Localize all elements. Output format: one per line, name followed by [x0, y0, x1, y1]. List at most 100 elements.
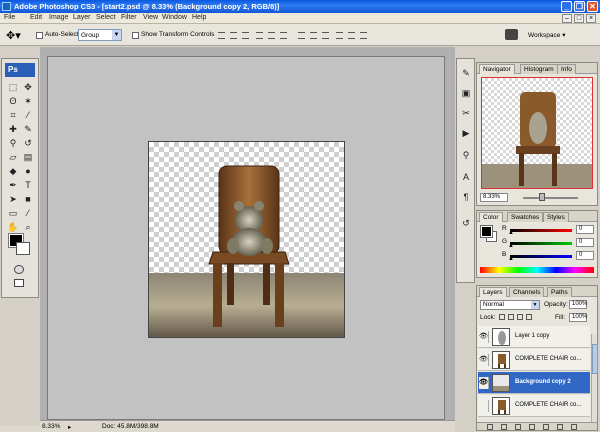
close-button[interactable]: ✕ [587, 1, 598, 12]
adjustment-layer-icon[interactable] [529, 424, 535, 430]
lock-position-icon[interactable] [517, 314, 523, 320]
layer-comps-icon[interactable]: ✂ [460, 107, 472, 119]
distribute-vcenter-icon[interactable] [310, 32, 317, 39]
screen-mode-icon[interactable] [14, 279, 24, 287]
eraser-tool-icon[interactable]: ▱ [7, 151, 19, 163]
align-vcenter-icon[interactable] [230, 32, 237, 39]
link-layers-icon[interactable] [487, 424, 493, 430]
document-canvas[interactable] [148, 141, 345, 338]
tab-styles[interactable]: Styles [543, 212, 569, 222]
blue-value-field[interactable]: 0 [576, 251, 594, 260]
visibility-toggle[interactable] [479, 400, 489, 412]
opacity-field[interactable]: 100% [569, 300, 587, 309]
menu-help[interactable]: Help [192, 14, 206, 21]
eyedropper-sample-icon[interactable]: ⁄ [22, 207, 34, 219]
blend-mode-dropdown[interactable]: Normal ▼ [480, 300, 540, 310]
layer-row[interactable]: 👁 Layer 1 copy [478, 326, 590, 348]
show-transform-checkbox[interactable] [132, 32, 139, 39]
hand-tool-icon[interactable]: ✋ [7, 221, 19, 233]
visibility-eye-icon[interactable]: 👁 [479, 354, 489, 366]
red-slider-knob[interactable]: ▲ [508, 230, 514, 236]
layer-name[interactable]: COMPLETE CHAIR co... [515, 356, 581, 362]
tab-color[interactable]: Color [479, 212, 503, 222]
tab-histogram[interactable]: Histogram [520, 64, 558, 74]
menu-window[interactable]: Window [162, 14, 187, 21]
color-spectrum-ramp[interactable] [480, 267, 594, 273]
eyedropper-icon[interactable]: ⁄ [22, 109, 34, 121]
layer-name[interactable]: Background copy 2 [515, 379, 571, 385]
align-right-icon[interactable] [280, 32, 287, 39]
navigator-preview[interactable] [481, 77, 593, 189]
tool-presets-icon[interactable]: ▣ [460, 87, 472, 99]
visibility-eye-icon[interactable]: 👁 [479, 331, 489, 343]
actions-icon[interactable]: ▶ [460, 127, 472, 139]
shape-tool-icon[interactable]: ■ [22, 193, 34, 205]
minimize-button[interactable]: _ [561, 1, 572, 12]
distribute-right-icon[interactable] [360, 32, 367, 39]
trash-icon[interactable] [571, 424, 577, 430]
align-left-icon[interactable] [256, 32, 263, 39]
menu-select[interactable]: Select [96, 14, 115, 21]
layers-scrollbar[interactable] [591, 334, 598, 422]
distribute-bottom-icon[interactable] [322, 32, 329, 39]
lock-all-icon[interactable] [526, 314, 532, 320]
green-slider[interactable] [510, 242, 572, 245]
bridge-button[interactable] [505, 29, 518, 40]
background-color-swatch[interactable] [16, 242, 30, 255]
dodge-tool-icon[interactable]: ● [22, 165, 34, 177]
quick-mask-icon[interactable] [14, 265, 24, 274]
menu-file[interactable]: File [4, 14, 15, 21]
red-slider[interactable] [510, 229, 572, 232]
visibility-eye-icon[interactable]: 👁 [479, 377, 489, 389]
doc-minimize-button[interactable]: – [562, 14, 572, 23]
auto-select-checkbox[interactable] [36, 32, 43, 39]
auto-select-dropdown[interactable]: Group ▼ [78, 29, 122, 41]
magic-wand-icon[interactable]: ✶ [22, 95, 34, 107]
layer-style-icon[interactable] [501, 424, 507, 430]
blue-slider-knob[interactable]: ▲ [508, 256, 514, 262]
workspace-menu[interactable]: Workspace ▾ [528, 31, 565, 39]
move-tool-icon[interactable]: ✥ [22, 81, 34, 93]
gradient-tool-icon[interactable]: ▤ [22, 151, 34, 163]
zoom-tool-icon[interactable]: ⌕ [22, 221, 34, 233]
blue-slider[interactable] [510, 255, 572, 258]
navigator-zoom-thumb[interactable] [539, 193, 545, 201]
distribute-left-icon[interactable] [336, 32, 343, 39]
navigator-zoom-field[interactable]: 8.33% [480, 193, 508, 202]
navigator-zoom-slider[interactable] [523, 197, 578, 199]
tab-channels[interactable]: Channels [509, 287, 545, 297]
green-slider-knob[interactable]: ▲ [508, 243, 514, 249]
tab-info[interactable]: Info [557, 64, 576, 74]
layer-name[interactable]: Layer 1 copy [515, 333, 549, 339]
align-hcenter-icon[interactable] [268, 32, 275, 39]
history-panel-icon[interactable]: ↺ [460, 217, 472, 229]
clone-stamp-icon[interactable]: ⚲ [7, 137, 19, 149]
lasso-tool-icon[interactable]: ʘ [7, 95, 19, 107]
menu-layer[interactable]: Layer [73, 14, 91, 21]
marquee-tool-icon[interactable]: ⬚ [7, 81, 19, 93]
align-bottom-icon[interactable] [242, 32, 249, 39]
history-brush-icon[interactable]: ↺ [22, 137, 34, 149]
move-tool-preset-icon[interactable]: ✥▾ [6, 29, 21, 42]
doc-restore-button[interactable]: □ [574, 14, 584, 23]
color-fg-swatch[interactable] [480, 225, 493, 238]
fill-field[interactable]: 100% [569, 313, 587, 322]
menu-image[interactable]: Image [49, 14, 68, 21]
lock-transparency-icon[interactable] [499, 314, 505, 320]
brush-tool-icon[interactable]: ✎ [22, 123, 34, 135]
new-layer-icon[interactable] [557, 424, 563, 430]
crop-tool-icon[interactable]: ⌗ [7, 109, 19, 121]
character-panel-icon[interactable]: A [460, 171, 472, 183]
type-tool-icon[interactable]: T [22, 179, 34, 191]
menu-filter[interactable]: Filter [121, 14, 137, 21]
restore-button[interactable]: ❐ [574, 1, 585, 12]
path-selection-icon[interactable]: ➤ [7, 193, 19, 205]
menu-edit[interactable]: Edit [30, 14, 42, 21]
align-top-icon[interactable] [218, 32, 225, 39]
layer-row[interactable]: 👁 COMPLETE CHAIR co... [478, 349, 590, 371]
photoshop-logo[interactable]: Ps [5, 63, 35, 77]
tab-navigator[interactable]: Navigator [479, 64, 515, 74]
clone-source-icon[interactable]: ⚲ [460, 149, 472, 161]
layer-row-selected[interactable]: 👁 Background copy 2 [478, 372, 590, 394]
status-menu-icon[interactable]: ▸ [68, 423, 71, 431]
